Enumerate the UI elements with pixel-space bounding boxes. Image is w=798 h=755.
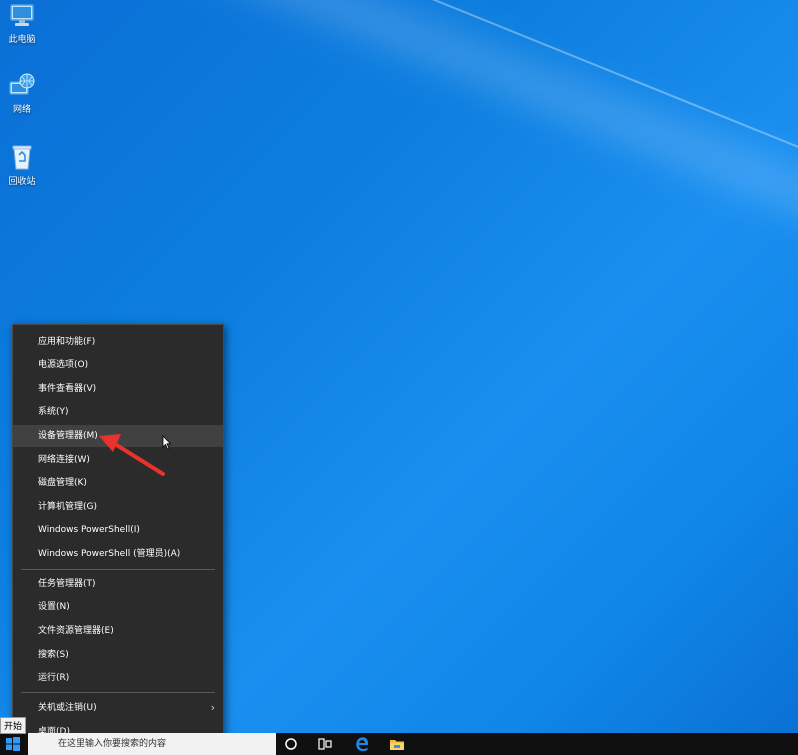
wallpaper-glow	[192, 0, 798, 306]
menu-item-power-options[interactable]: 电源选项(O)	[13, 354, 223, 376]
network-icon	[9, 73, 35, 95]
desktop-icon-label: 此电脑	[8, 35, 36, 45]
start-tooltip: 开始	[0, 717, 27, 734]
menu-item-apps-features[interactable]: 应用和功能(F)	[13, 331, 223, 353]
desktop-icon-this-pc[interactable]: 此电脑	[2, 2, 42, 45]
file-explorer-icon[interactable]	[389, 736, 405, 752]
taskbar: 在这里输入你要搜索的内容	[0, 733, 798, 755]
computer-icon	[10, 4, 34, 26]
menu-item-label: 运行(R)	[38, 673, 70, 683]
menu-item-label: 计算机管理(G)	[38, 502, 97, 512]
edge-icon[interactable]	[354, 736, 370, 752]
menu-item-search[interactable]: 搜索(S)	[13, 644, 223, 666]
menu-item-label: 设置(N)	[38, 602, 70, 612]
chevron-right-icon: ›	[210, 701, 215, 714]
menu-item-label: 系统(Y)	[38, 407, 69, 417]
wallpaper-light-beam	[139, 0, 798, 220]
menu-item-label: 电源选项(O)	[38, 360, 89, 370]
menu-item-label: Windows PowerShell (管理员)(A)	[38, 549, 181, 559]
menu-item-run[interactable]: 运行(R)	[13, 667, 223, 689]
menu-item-label: 事件查看器(V)	[38, 384, 97, 394]
menu-item-label: Windows PowerShell(I)	[38, 525, 140, 535]
menu-item-powershell-admin[interactable]: Windows PowerShell (管理员)(A)	[13, 543, 223, 565]
menu-item-label: 设备管理器(M)	[38, 431, 98, 441]
menu-item-label: 文件资源管理器(E)	[38, 626, 114, 636]
desktop-icon-recycle-bin[interactable]: 回收站	[2, 142, 42, 187]
menu-item-task-manager[interactable]: 任务管理器(T)	[13, 573, 223, 595]
menu-item-computer-management[interactable]: 计算机管理(G)	[13, 496, 223, 518]
menu-item-powershell[interactable]: Windows PowerShell(I)	[13, 519, 223, 541]
menu-item-event-viewer[interactable]: 事件查看器(V)	[13, 378, 223, 400]
menu-item-label: 搜索(S)	[38, 650, 69, 660]
menu-item-shutdown-signout[interactable]: 关机或注销(U) ›	[13, 697, 223, 719]
menu-item-label: 任务管理器(T)	[38, 579, 96, 589]
task-view-icon[interactable]	[317, 736, 333, 752]
desktop: 此电脑 网络 回收站 应用和功能(F) 电源选项(O) 事件查看器(V) 系统(…	[0, 0, 798, 755]
recycle-bin-icon	[12, 145, 32, 170]
desktop-icon-network[interactable]: 网络	[2, 72, 42, 115]
menu-item-label: 应用和功能(F)	[38, 337, 96, 347]
menu-item-settings[interactable]: 设置(N)	[13, 596, 223, 618]
desktop-icon-label: 网络	[12, 105, 31, 115]
menu-item-label: 磁盘管理(K)	[38, 478, 87, 488]
menu-item-system[interactable]: 系统(Y)	[13, 401, 223, 423]
cortana-icon[interactable]	[283, 736, 299, 752]
start-icon[interactable]	[5, 736, 21, 752]
winx-context-menu: 应用和功能(F) 电源选项(O) 事件查看器(V) 系统(Y) 设备管理器(M)…	[12, 324, 224, 750]
menu-separator	[21, 569, 215, 570]
menu-item-label: 网络连接(W)	[38, 455, 90, 465]
menu-item-label: 关机或注销(U)	[38, 703, 97, 713]
menu-item-file-explorer[interactable]: 文件资源管理器(E)	[13, 620, 223, 642]
annotation-arrow-icon	[99, 434, 165, 476]
menu-separator	[21, 692, 215, 693]
search-input[interactable]: 在这里输入你要搜索的内容	[28, 733, 276, 755]
desktop-icon-label: 回收站	[8, 177, 36, 187]
